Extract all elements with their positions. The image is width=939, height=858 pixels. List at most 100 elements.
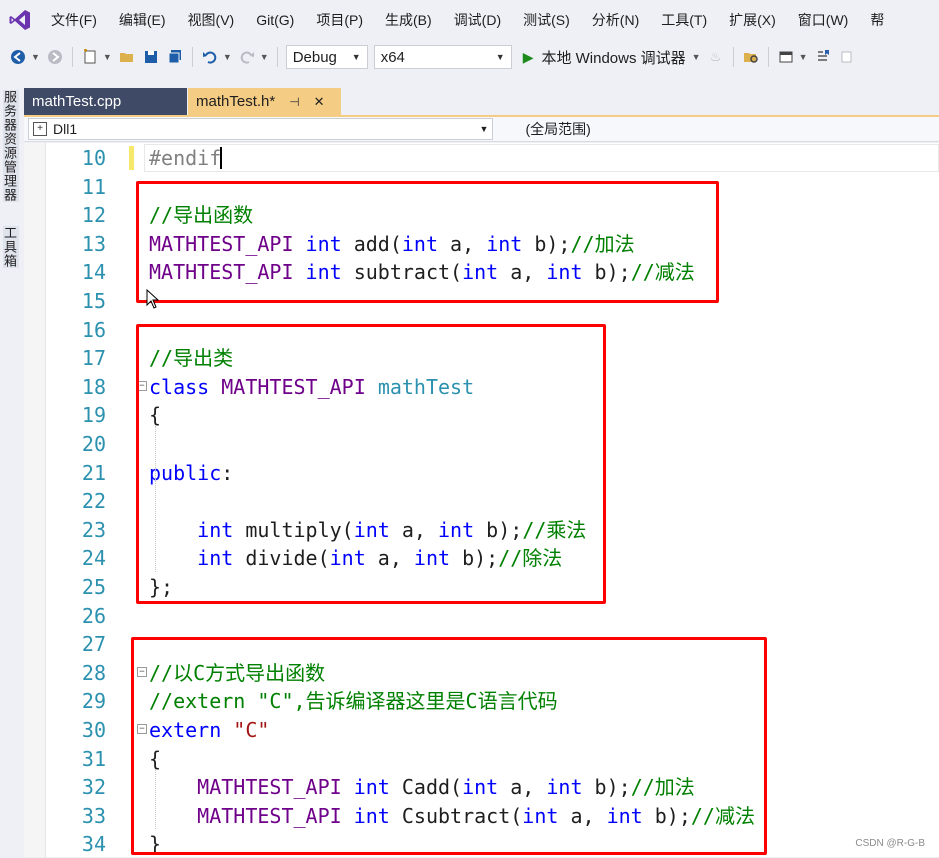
menu-item[interactable]: 工具(T) — [650, 0, 718, 40]
line-number: 29 — [81, 689, 106, 714]
next-bookmark-icon[interactable] — [837, 46, 857, 68]
start-debugging-label: 本地 Windows 调试器 — [541, 49, 686, 67]
change-indicator — [129, 146, 134, 170]
line-number: 14 — [81, 260, 106, 285]
text-caret — [220, 147, 222, 169]
toolbar-separator — [767, 47, 769, 67]
document-tabs: mathTest.cpp mathTest.h* ⊣ ✕ — [24, 88, 341, 115]
chevron-down-icon: ▼ — [691, 52, 701, 62]
navigate-back-icon[interactable] — [8, 46, 28, 68]
line-number: 25 — [81, 575, 106, 599]
new-project-dropdown-icon[interactable]: ▼ — [103, 52, 112, 62]
scope-name: (全局范围) — [525, 121, 591, 137]
line-number: 30 — [81, 718, 106, 742]
redo-icon[interactable] — [237, 46, 257, 68]
line-number: 18 — [81, 374, 106, 399]
annotation-box-export-c-functions — [131, 637, 767, 855]
hot-reload-icon[interactable]: ♨ — [706, 46, 726, 68]
menu-item[interactable]: 视图(V) — [177, 0, 246, 40]
line-number: 17 — [81, 346, 106, 371]
close-tab-icon[interactable]: ✕ — [314, 94, 325, 110]
play-icon: ▶ — [522, 48, 534, 65]
visual-studio-logo-icon[interactable] — [0, 0, 40, 40]
menu-bar: 文件(F) 编辑(E) 视图(V) Git(G) 项目(P) 生成(B) 调试(D) 测试(S… — [0, 0, 939, 40]
tab-mathtest-cpp[interactable]: mathTest.cpp — [24, 88, 187, 115]
save-icon[interactable] — [141, 46, 161, 68]
tab-label: mathTest.cpp — [32, 93, 122, 110]
toggle-bookmark-icon[interactable] — [813, 46, 833, 68]
side-panel-strip: 服务器资源管理器 工具箱 — [0, 80, 22, 857]
tab-label: mathTest.h* — [196, 93, 276, 110]
window-icon[interactable] — [776, 46, 796, 68]
line-number: 11 — [81, 174, 106, 199]
code-token: #endif — [149, 146, 222, 170]
solution-configuration-value: Debug — [292, 48, 337, 66]
line-number: 31 — [81, 746, 106, 771]
toolbox-tab[interactable]: 工具箱 — [2, 226, 19, 268]
save-all-icon[interactable] — [165, 46, 185, 68]
project-select[interactable]: + Dll1 ▼ — [28, 118, 494, 140]
find-in-files-icon[interactable] — [741, 46, 761, 68]
menu-item[interactable]: 测试(S) — [512, 0, 581, 40]
line-number: 27 — [81, 632, 106, 657]
solution-configuration-select[interactable]: Debug ▼ — [285, 45, 368, 69]
line-number: 13 — [81, 231, 106, 256]
annotation-box-export-class — [136, 324, 606, 604]
navigate-forward-icon[interactable] — [45, 46, 65, 68]
tab-mathtest-h[interactable]: mathTest.h* ⊣ ✕ — [188, 88, 341, 115]
project-name: Dll1 — [53, 121, 78, 137]
undo-icon[interactable] — [200, 46, 220, 68]
open-folder-icon[interactable] — [117, 46, 137, 68]
menu-item[interactable]: 项目(P) — [305, 0, 374, 40]
chevron-down-icon: ▼ — [479, 124, 489, 134]
line-number: 26 — [81, 603, 106, 628]
menu-item[interactable]: 生成(B) — [374, 0, 443, 40]
navigate-back-dropdown-icon[interactable]: ▼ — [31, 52, 40, 62]
undo-dropdown-icon[interactable]: ▼ — [223, 52, 232, 62]
mouse-pointer-icon — [146, 288, 160, 314]
line-number: 28 — [81, 660, 106, 685]
toolbar-separator — [276, 47, 278, 67]
menu-item[interactable]: Git(G) — [245, 0, 305, 40]
code-editor[interactable]: 10 #endif 11 12//导出函数 13 MATHTEST_API int add… — [24, 143, 939, 857]
menu-item[interactable]: 分析(N) — [581, 0, 650, 40]
server-explorer-tab[interactable]: 服务器资源管理器 — [2, 90, 19, 202]
menu-item[interactable]: 窗口(W) — [787, 0, 860, 40]
line-number: 23 — [81, 517, 106, 542]
code-text: #endif — [149, 144, 221, 172]
line-number: 34 — [81, 832, 106, 857]
line-number: 16 — [81, 317, 106, 342]
redo-dropdown-icon[interactable]: ▼ — [260, 52, 269, 62]
project-icon: + — [33, 122, 47, 136]
line-number: 24 — [81, 546, 106, 571]
menu-items: 文件(F) 编辑(E) 视图(V) Git(G) 项目(P) 生成(B) 调试(D) 测试(S… — [40, 0, 895, 40]
solution-platform-select[interactable]: x64 ▼ — [373, 45, 512, 69]
navigation-bar: + Dll1 ▼ (全局范围) — [24, 117, 939, 142]
menu-item[interactable]: 扩展(X) — [718, 0, 787, 40]
menu-item[interactable]: 调试(D) — [443, 0, 512, 40]
line-number: 33 — [81, 803, 106, 828]
line-number: 20 — [81, 432, 106, 456]
solution-platform-value: x64 — [380, 48, 405, 66]
code-line[interactable]: 10 #endif — [24, 144, 939, 172]
line-number: 12 — [81, 203, 106, 228]
current-line-highlight — [144, 144, 939, 172]
toolbar-separator — [191, 47, 193, 67]
menu-item[interactable]: 编辑(E) — [108, 0, 177, 40]
new-project-icon[interactable] — [80, 46, 100, 68]
chevron-down-icon: ▼ — [351, 52, 361, 62]
start-debugging-button[interactable]: ▶ 本地 Windows 调试器 ▼ — [523, 47, 704, 68]
menu-item[interactable]: 帮 — [859, 0, 895, 40]
menu-item[interactable]: 文件(F) — [40, 0, 108, 40]
line-number: 19 — [81, 403, 106, 428]
code-line[interactable]: 26 — [24, 602, 939, 630]
watermark: CSDN @R-G-B — [855, 838, 925, 849]
line-number: 15 — [81, 289, 106, 313]
standard-toolbar: ▼ ▼ ▼ ▼ Debug ▼ x64 ▼ ▶ 本地 Windows 调试器 ▼… — [0, 40, 939, 74]
line-number: 10 — [81, 146, 106, 170]
pin-tab-icon[interactable]: ⊣ — [289, 95, 299, 109]
window-dropdown-icon[interactable]: ▼ — [799, 52, 808, 62]
line-number: 21 — [81, 460, 106, 485]
line-number: 22 — [81, 489, 106, 514]
scope-select[interactable]: (全局范围) — [499, 118, 939, 140]
